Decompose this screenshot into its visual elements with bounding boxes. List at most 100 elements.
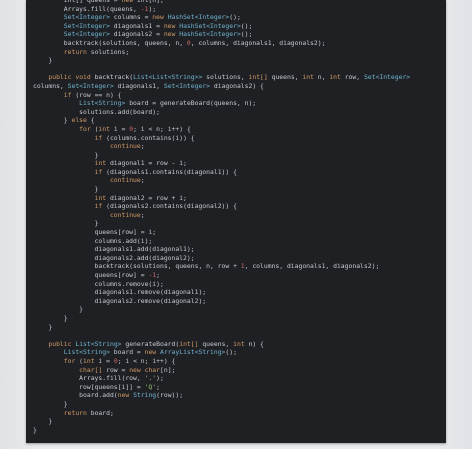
code-token-plain: diagonal2 = row + i;: [106, 193, 187, 202]
code-token-plain: ();: [229, 13, 241, 22]
code-token-plain: ();: [240, 21, 253, 30]
code-token-plain: ;: [140, 210, 145, 219]
code-line: List<String> board = new ArrayList<Strin…: [33, 348, 410, 357]
code-token-keyword: int[]: [248, 73, 268, 82]
code-line: diagonals1.remove(diagonal1);: [33, 288, 410, 297]
code-token-plain: , columns, diagonals1, diagonals2);: [244, 262, 380, 271]
code-token-string: 'Q': [144, 382, 157, 391]
code-token-keyword: int: [83, 356, 95, 365]
code-token-plain: (row));: [156, 391, 184, 400]
code-token-keyword: new: [152, 13, 164, 22]
code-line: columns.add(i);: [33, 237, 410, 246]
code-line: char[] row = new char[n];: [33, 366, 410, 375]
code-token-plain: (diagonals2.contains(diagonal2)) {: [102, 202, 237, 211]
code-token-plain: backtrack(solutions, queens, n, row +: [33, 262, 241, 271]
code-token-keyword: for: [63, 356, 76, 365]
code-block[interactable]: int[] queens = new int[n]; Arrays.fill(q…: [33, 0, 410, 434]
code-line: diagonals2.remove(diagonal2);: [33, 297, 410, 306]
code-line: Set<Integer> diagonals2 = new HashSet<In…: [33, 30, 410, 39]
code-line: }: [33, 417, 410, 426]
code-line: if (row == n) {: [33, 91, 410, 100]
code-token-plain: queens,: [267, 73, 303, 82]
code-token-keyword: new: [163, 30, 176, 39]
code-token-plain: }: [33, 116, 72, 125]
code-line: queens[row] = -1;: [33, 271, 410, 280]
code-editor[interactable]: int[] queens = new int[n]; Arrays.fill(q…: [26, 0, 446, 443]
code-token-keyword: int: [233, 339, 245, 348]
code-token-type: List<String>: [63, 348, 110, 357]
code-token-keyword: else: [71, 116, 87, 125]
code-token-plain: n,: [313, 73, 330, 82]
code-token-type: Set<Integer>: [63, 13, 110, 22]
code-line: Arrays.fill(queens, -1);: [33, 5, 410, 14]
code-line: Arrays.fill(row, '.');: [33, 374, 410, 383]
code-line: row[queens[i]] = 'Q';: [33, 383, 410, 392]
code-token-plain: backtrack(solutions, queens, n,: [33, 38, 187, 47]
code-line: return solutions;: [33, 48, 410, 57]
code-token-keyword: new: [121, 0, 134, 4]
code-line: int diagonal2 = row + i;: [33, 194, 410, 203]
code-token-keyword: public: [48, 73, 72, 82]
code-token-keyword: int: [98, 124, 110, 133]
code-token-plain: diagonals1 =: [109, 21, 164, 30]
code-token-keyword: continue: [109, 176, 141, 185]
code-line: }: [33, 314, 410, 323]
code-line: continue;: [33, 176, 410, 185]
code-token-plain: columns.add(i);: [33, 236, 153, 245]
code-token-number: -1: [148, 271, 157, 279]
code-token-plain: ;: [140, 176, 145, 185]
code-token-type: Set<Integer>: [163, 81, 211, 90]
code-token-plain: }: [33, 150, 99, 159]
code-token-plain: ;: [156, 271, 160, 279]
code-token-type: Set<Integer>: [63, 21, 110, 30]
code-token-keyword: int: [94, 159, 107, 168]
code-line: Set<Integer> columns = new HashSet<Integ…: [33, 13, 410, 22]
code-token-plain: i =: [109, 124, 130, 133]
code-token-type: Set<Integer>: [363, 73, 411, 82]
code-token-plain: board =: [109, 348, 145, 357]
code-token-plain: columns.remove(i);: [33, 279, 164, 288]
code-token-keyword: char[]: [79, 365, 103, 374]
code-line: }: [33, 151, 410, 160]
code-token-keyword: new: [163, 21, 176, 30]
code-token-plain: diagonals1.remove(diagonal1);: [33, 288, 207, 297]
code-token-plain: (row == n) {: [71, 90, 122, 99]
code-token-string: '.': [144, 374, 157, 383]
code-token-plain: ;: [140, 142, 145, 151]
code-line: for (int i = 0; i < n; i++) {: [33, 357, 410, 366]
code-token-type: Set<Integer>: [63, 30, 110, 39]
code-line: solutions.add(board);: [33, 108, 410, 117]
code-line: continue;: [33, 142, 410, 151]
code-line: }: [33, 400, 410, 409]
code-token-plain: columns,: [33, 81, 68, 90]
code-line: if (diagonals1.contains(diagonal1)) {: [33, 168, 410, 177]
code-token-plain: int[] queens =: [33, 0, 122, 4]
code-token-keyword: return: [63, 408, 87, 417]
code-line: Set<Integer> diagonals1 = new HashSet<In…: [33, 22, 410, 31]
code-line: diagonals2.add(diagonal2);: [33, 254, 410, 263]
code-token-plain: ();: [225, 348, 237, 357]
code-line: board.add(new String(row));: [33, 391, 410, 400]
code-line: List<String> board = generateBoard(queen…: [33, 99, 410, 108]
code-token-plain: diagonals1,: [113, 81, 164, 90]
code-token-plain: diagonals2.add(diagonal2);: [33, 253, 195, 262]
code-token-plain: diagonals2) {: [210, 81, 264, 90]
code-line: }: [33, 305, 410, 314]
code-token-plain: }: [33, 425, 37, 434]
code-token-plain: ; i < n; i++) {: [133, 124, 191, 133]
code-token-plain: }: [33, 313, 68, 322]
code-token-plain: solutions;: [86, 47, 130, 56]
code-line: public List<String> generateBoard(int[] …: [33, 340, 410, 349]
code-token-plain: {: [86, 116, 95, 125]
